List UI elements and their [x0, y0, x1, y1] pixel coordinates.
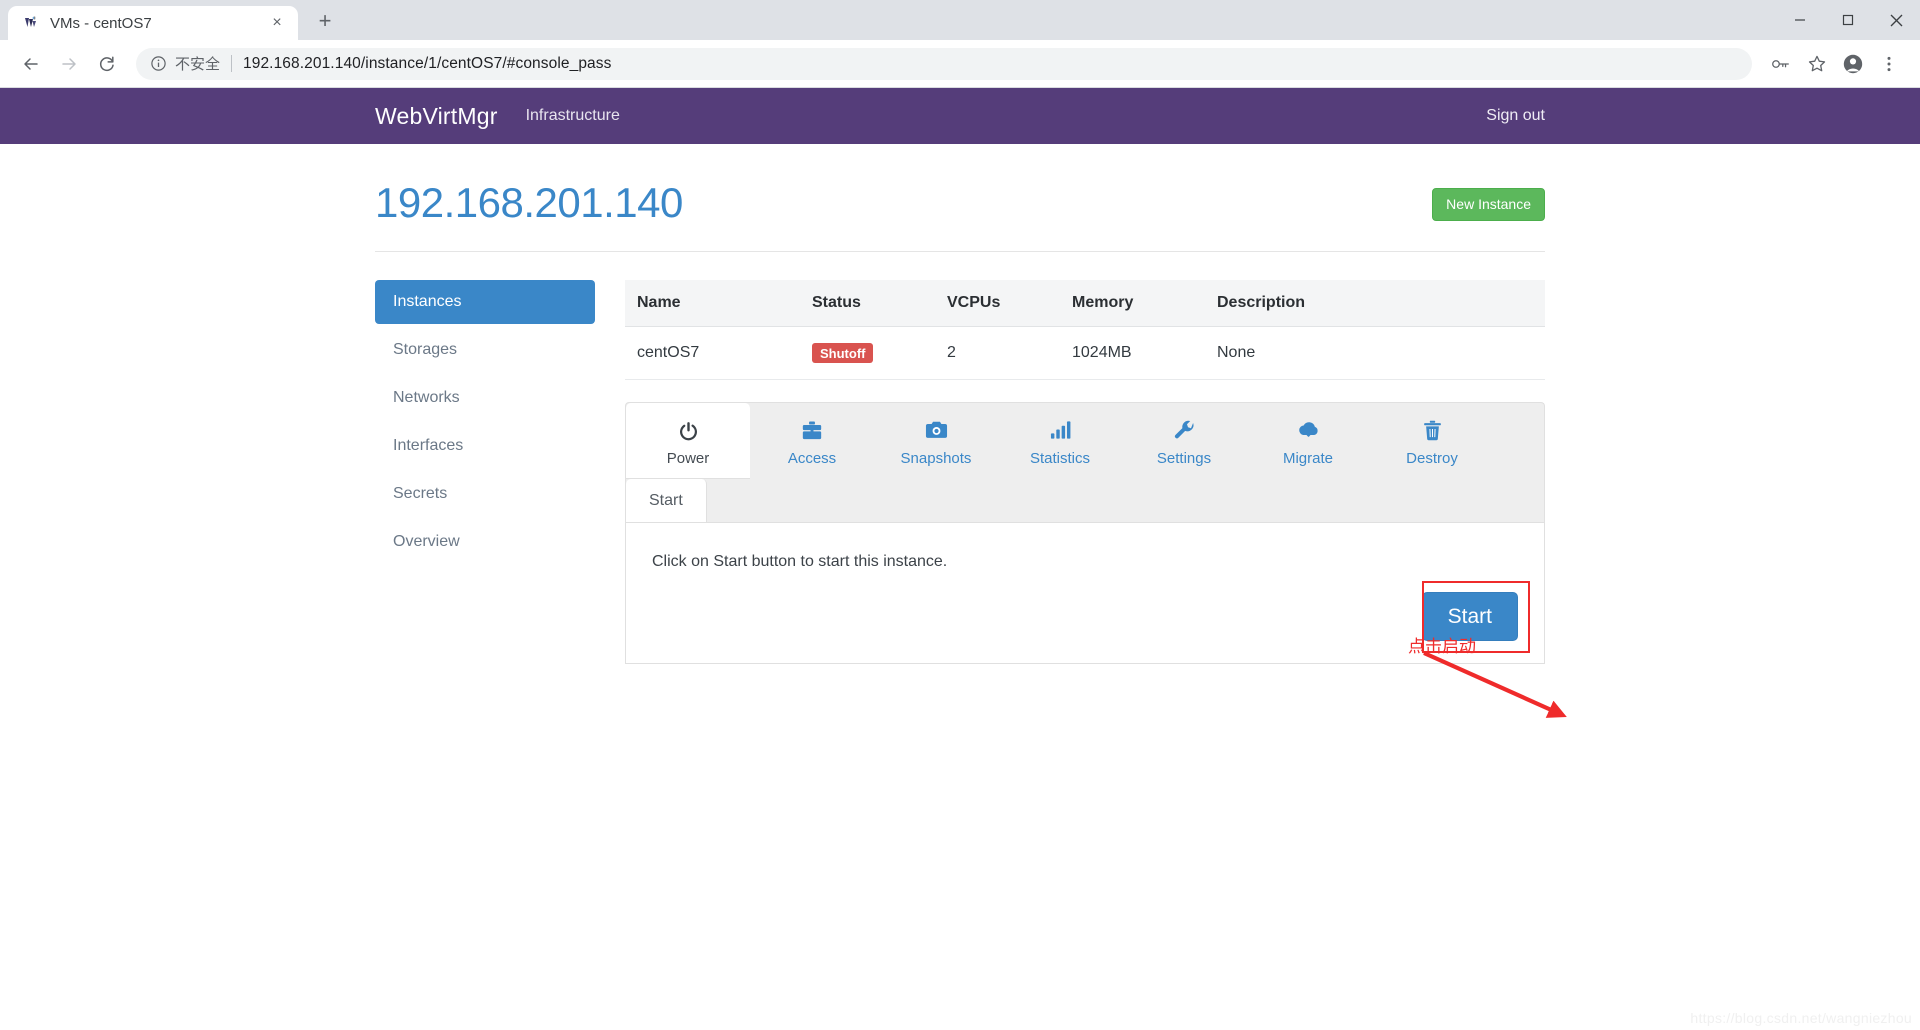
- tab-migrate[interactable]: Migrate: [1246, 403, 1370, 479]
- security-label: 不安全: [175, 55, 221, 73]
- power-icon: [630, 417, 746, 443]
- panel-instruction-text: Click on Start button to start this inst…: [652, 553, 948, 570]
- sidebar-item-networks[interactable]: Networks: [375, 376, 595, 420]
- cell-memory: 1024MB: [1060, 326, 1205, 380]
- tab-label-settings: Settings: [1156, 450, 1212, 467]
- tab-power[interactable]: Power: [626, 403, 750, 479]
- column-header-name: Name: [625, 280, 800, 327]
- sidebar-item-overview[interactable]: Overview: [375, 520, 595, 564]
- trash-icon: [1374, 417, 1490, 443]
- key-icon[interactable]: [1764, 47, 1798, 81]
- power-subtabs: Start: [626, 479, 1544, 523]
- tab-snapshots[interactable]: Snapshots: [874, 403, 998, 479]
- sidebar-item-secrets[interactable]: Secrets: [375, 472, 595, 516]
- new-tab-button[interactable]: +: [308, 4, 342, 38]
- panel-body: Click on Start button to start this inst…: [626, 523, 1544, 663]
- page-title: 192.168.201.140: [375, 179, 683, 226]
- tab-destroy[interactable]: Destroy: [1370, 403, 1494, 479]
- briefcase-icon: [754, 417, 870, 443]
- bar-chart-icon: [1002, 417, 1118, 443]
- tab-settings[interactable]: Settings: [1122, 403, 1246, 479]
- sidebar-item-interfaces[interactable]: Interfaces: [375, 424, 595, 468]
- wrench-icon: [1126, 417, 1242, 443]
- column-header-status: Status: [800, 280, 935, 327]
- close-icon[interactable]: ×: [266, 12, 288, 34]
- browser-toolbar: 不安全 192.168.201.140/instance/1/centOS7/#…: [0, 40, 1920, 88]
- tab-label-migrate: Migrate: [1282, 450, 1334, 467]
- main-content: Name Status VCPUs Memory Description cen…: [625, 280, 1545, 664]
- app-navbar: WebVirtMgr Infrastructure Sign out: [0, 88, 1920, 144]
- instances-table: Name Status VCPUs Memory Description cen…: [625, 280, 1545, 380]
- page-content: WebVirtMgr Infrastructure Sign out 192.1…: [0, 88, 1920, 1030]
- cell-status: Shutoff: [800, 326, 935, 380]
- minimize-icon[interactable]: [1776, 0, 1824, 40]
- sidebar-item-instances[interactable]: Instances: [375, 280, 595, 324]
- subtab-start[interactable]: Start: [626, 479, 707, 522]
- toolbar-actions: [1764, 47, 1906, 81]
- address-bar[interactable]: 不安全 192.168.201.140/instance/1/centOS7/#…: [136, 47, 1752, 80]
- webvirtmgr-favicon: [22, 14, 40, 32]
- table-header-row: Name Status VCPUs Memory Description: [625, 280, 1545, 327]
- subtabs-filler: [707, 479, 1544, 522]
- app-brand[interactable]: WebVirtMgr: [375, 103, 498, 130]
- url-text: 192.168.201.140/instance/1/centOS7/#cons…: [243, 54, 612, 72]
- tab-access[interactable]: Access: [750, 403, 874, 479]
- tab-label-access: Access: [787, 450, 837, 467]
- menu-icon[interactable]: [1872, 47, 1906, 81]
- power-panel: Start Click on Start button to start thi…: [625, 479, 1545, 664]
- page-header: 192.168.201.140 New Instance: [375, 144, 1545, 224]
- annotation-text: 点击启动: [1408, 637, 1476, 657]
- status-badge: Shutoff: [812, 343, 874, 363]
- column-header-description: Description: [1205, 280, 1545, 327]
- tab-statistics[interactable]: Statistics: [998, 403, 1122, 479]
- tab-label-power: Power: [666, 450, 710, 467]
- instance-tabs: Power Access Snapshots Statistics Settin…: [625, 402, 1545, 479]
- star-icon[interactable]: [1800, 47, 1834, 81]
- info-icon[interactable]: [150, 55, 167, 72]
- reload-icon[interactable]: [90, 47, 124, 81]
- browser-tab[interactable]: VMs - centOS7 ×: [8, 6, 298, 40]
- cell-name: centOS7: [625, 326, 800, 380]
- maximize-icon[interactable]: [1824, 0, 1872, 40]
- column-header-memory: Memory: [1060, 280, 1205, 327]
- sidebar: Instances Storages Networks Interfaces S…: [375, 280, 595, 664]
- window-close-icon[interactable]: [1872, 0, 1920, 40]
- sidebar-item-storages[interactable]: Storages: [375, 328, 595, 372]
- main-container: 192.168.201.140 New Instance Instances S…: [360, 144, 1567, 718]
- column-header-vcpus: VCPUs: [935, 280, 1060, 327]
- cloud-download-icon: [1250, 417, 1366, 443]
- cell-description: None: [1205, 326, 1545, 380]
- table-row[interactable]: centOS7 Shutoff 2 1024MB None: [625, 326, 1545, 380]
- new-instance-button[interactable]: New Instance: [1432, 188, 1545, 221]
- sign-out-link[interactable]: Sign out: [1486, 107, 1545, 124]
- nav-link-infrastructure[interactable]: Infrastructure: [526, 107, 620, 125]
- window-controls: [1776, 0, 1920, 40]
- camera-icon: [878, 417, 994, 443]
- watermark: https://blog.csdn.net/wangniezhou: [1690, 1010, 1912, 1026]
- cell-vcpus: 2: [935, 326, 1060, 380]
- tab-label-statistics: Statistics: [1029, 450, 1090, 467]
- browser-tab-bar: VMs - centOS7 × +: [0, 0, 1920, 40]
- tab-label-destroy: Destroy: [1406, 450, 1458, 467]
- forward-icon[interactable]: [52, 47, 86, 81]
- tabs-filler: [1494, 403, 1544, 479]
- back-icon[interactable]: [14, 47, 48, 81]
- browser-tab-title: VMs - centOS7: [50, 14, 152, 32]
- profile-icon[interactable]: [1836, 47, 1870, 81]
- tab-label-snapshots: Snapshots: [900, 450, 972, 467]
- divider: [231, 55, 233, 72]
